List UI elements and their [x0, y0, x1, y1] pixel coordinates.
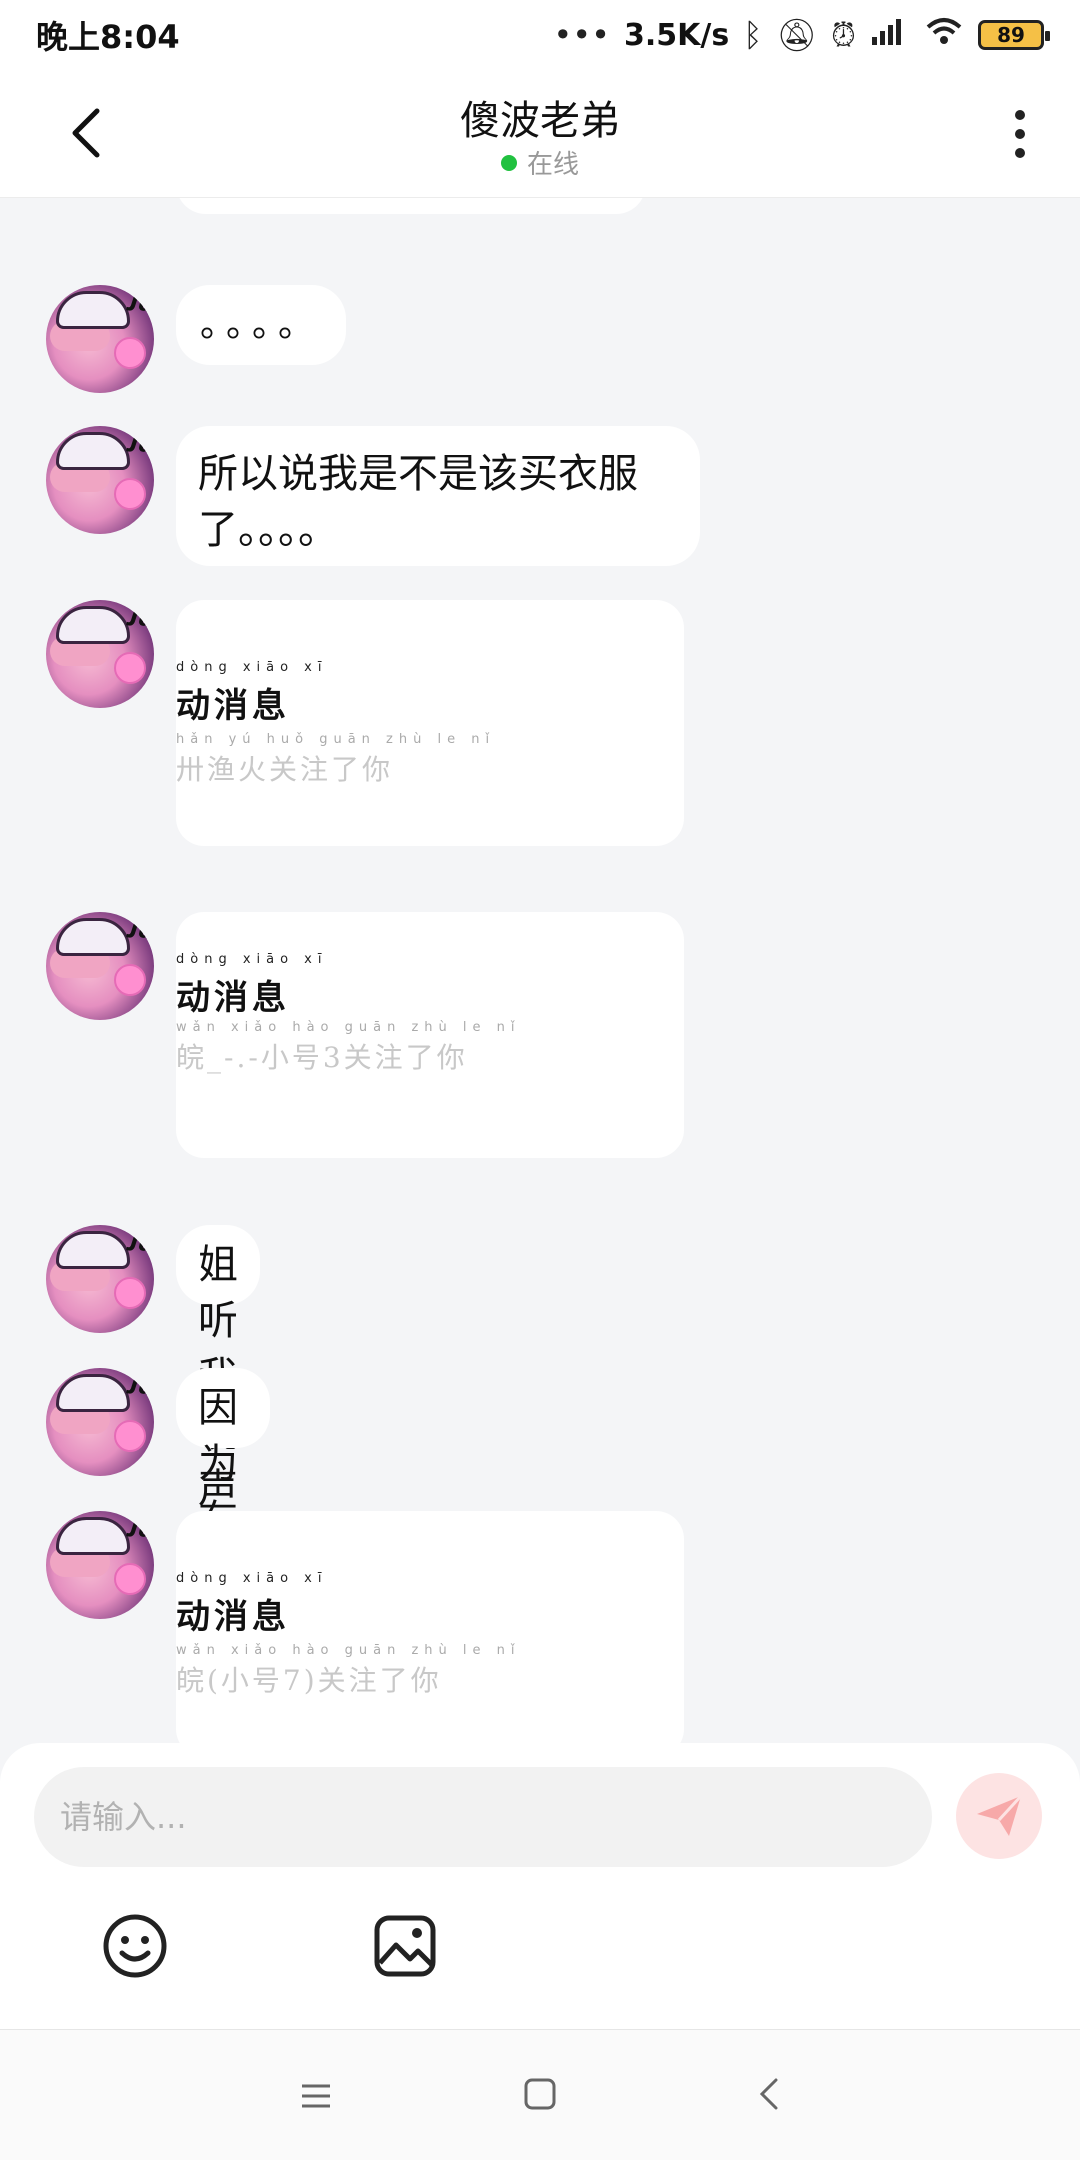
emoji-button[interactable] [102, 1913, 168, 1979]
message-text: 所以说我是不是该买衣服了。。。。 [198, 451, 638, 553]
card-subtitle: 卅渔火关注了你 [176, 753, 394, 786]
network-speed: 3.5K/s [623, 17, 730, 53]
avatar[interactable]: Ju [46, 1511, 154, 1619]
image-button[interactable] [372, 1913, 438, 1979]
image-icon [374, 1915, 436, 1977]
notification-card[interactable]: dòng xiāo xī 动消息 hǎn yú huǒ guān zhù le … [176, 600, 684, 846]
message-text: 。。。。 [200, 304, 323, 345]
more-dots-icon: ••• [553, 16, 610, 54]
message-bubble[interactable]: 。。。。 [176, 285, 347, 365]
card-subtitle-pinyin: wǎn xiǎo hào guān zhù le nǐ [176, 1020, 521, 1035]
card-subtitle-pinyin: hǎn yú huǒ guān zhù le nǐ [176, 732, 496, 747]
avatar[interactable]: Ju [46, 1225, 154, 1333]
more-dot [1015, 110, 1025, 120]
card-title: 动消息 [176, 978, 290, 1018]
card-title-pinyin: dòng xiāo xī [176, 1571, 328, 1586]
avatar[interactable]: Ju [46, 426, 154, 534]
online-status-label: 在线 [526, 150, 579, 180]
card-title-pinyin: dòng xiāo xī [176, 952, 328, 967]
chat-header: 傻波老弟 在线 [0, 70, 1080, 198]
status-time: 晚上8:04 [36, 18, 180, 56]
message-list[interactable]: Ju 。。。。 Ju 所以说我是不是该买衣服了。。。。 Ju dòng xiāo… [0, 198, 1080, 1743]
battery-level: 89 [997, 23, 1025, 47]
more-dot [1015, 148, 1025, 158]
previous-message-bubble [176, 198, 646, 214]
card-title: 动消息 [176, 686, 290, 726]
card-subtitle: 皖_-.-小号3关注了你 [176, 1041, 468, 1074]
notification-card[interactable]: dòng xiāo xī 动消息 wǎn xiǎo hào guān zhù l… [176, 1511, 684, 1743]
message-bubble[interactable]: 所以说我是不是该买衣服了。。。。 [176, 426, 700, 566]
smiley-icon [103, 1914, 167, 1978]
chat-title: 傻波老弟 [460, 98, 620, 144]
chevron-left-icon [759, 2078, 778, 2110]
more-dot [1015, 129, 1025, 139]
square-icon [524, 2078, 556, 2110]
bluetooth-icon: ᛒ [743, 16, 763, 54]
send-button[interactable] [956, 1773, 1042, 1859]
wifi-icon [924, 15, 964, 55]
card-title: 动消息 [176, 1597, 290, 1637]
mute-icon: 🔕︎ [776, 16, 818, 54]
online-dot-icon [500, 154, 517, 171]
send-icon [977, 1794, 1023, 1836]
battery-indicator: 89 [978, 20, 1050, 50]
status-bar: 晚上8:04 ••• 3.5K/s ᛒ 🔕︎ ⏰︎ 89 [0, 0, 1080, 70]
avatar[interactable]: Ju [46, 285, 154, 393]
signal-icon [870, 15, 910, 55]
more-options-button[interactable] [1000, 104, 1040, 164]
avatar[interactable]: Ju [46, 600, 154, 708]
card-subtitle-pinyin: wǎn xiǎo hào guān zhù le nǐ [176, 1643, 521, 1658]
input-panel [0, 1743, 1080, 2029]
menu-icon [302, 2084, 330, 2108]
online-status: 在线 [0, 144, 1080, 181]
system-nav-bar [0, 2029, 1080, 2160]
avatar[interactable]: Ju [46, 912, 154, 1020]
message-bubble[interactable]: 姐听我说声谢谢你~ [176, 1225, 260, 1736]
system-back-button[interactable] [752, 2076, 788, 2112]
message-bubble[interactable]: 因为有你感动了四季💢 [176, 1368, 270, 1743]
card-subtitle: 皖(小号7)关注了你 [176, 1664, 442, 1697]
home-button[interactable] [522, 2076, 558, 2112]
status-icons: ••• 3.5K/s ᛒ 🔕︎ ⏰︎ 89 [553, 15, 1050, 55]
notification-card[interactable]: dòng xiāo xī 动消息 wǎn xiǎo hào guān zhù l… [176, 912, 684, 1158]
alarm-icon: ⏰︎ [831, 15, 856, 54]
recent-apps-button[interactable] [298, 2078, 334, 2114]
message-input[interactable] [34, 1767, 932, 1867]
avatar[interactable]: Ju [46, 1368, 154, 1476]
card-title-pinyin: dòng xiāo xī [176, 660, 328, 675]
